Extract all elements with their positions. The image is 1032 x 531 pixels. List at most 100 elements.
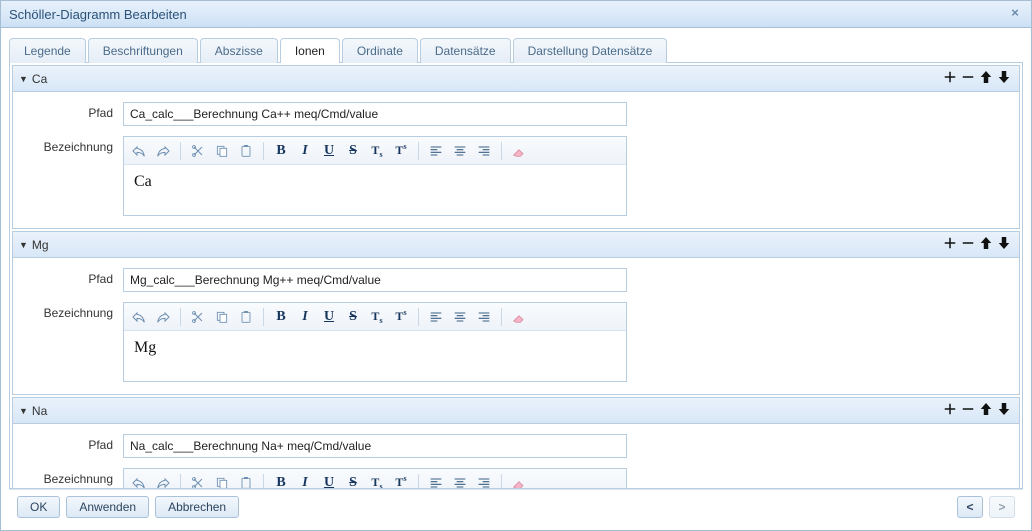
underline-icon[interactable]: U — [318, 306, 340, 328]
rte-content-ca[interactable]: Ca — [124, 165, 626, 215]
rte-toolbar: B I U S Ts Ts — [124, 469, 626, 488]
arrow-up-icon[interactable] — [977, 400, 995, 421]
align-center-icon[interactable] — [449, 140, 471, 162]
ion-section-header-mg[interactable]: ▼ Mg — [13, 232, 1019, 258]
eraser-icon[interactable] — [508, 306, 530, 328]
pfad-input-mg[interactable] — [123, 268, 627, 292]
align-right-icon[interactable] — [473, 140, 495, 162]
plus-icon[interactable] — [941, 68, 959, 89]
pfad-label: Pfad — [23, 434, 123, 452]
dialog-title: Schöller-Diagramm Bearbeiten — [9, 7, 187, 22]
ion-section-na: ▼ Na Pfad — [12, 397, 1020, 488]
toolbar-separator — [180, 142, 181, 160]
cut-icon[interactable] — [187, 472, 209, 489]
minus-icon[interactable] — [959, 68, 977, 89]
eraser-icon[interactable] — [508, 140, 530, 162]
plus-icon[interactable] — [941, 400, 959, 421]
apply-button[interactable]: Anwenden — [66, 496, 149, 518]
paste-icon[interactable] — [235, 140, 257, 162]
tab-beschriftungen[interactable]: Beschriftungen — [88, 38, 198, 63]
redo-icon[interactable] — [152, 472, 174, 489]
ion-list-scroll[interactable]: ▼ Ca Pfad — [10, 63, 1022, 488]
eraser-icon[interactable] — [508, 472, 530, 489]
toolbar-separator — [263, 474, 264, 489]
plus-icon[interactable] — [941, 234, 959, 255]
rte-toolbar: B I U S Ts Ts — [124, 303, 626, 331]
ion-section-header-na[interactable]: ▼ Na — [13, 398, 1019, 424]
cancel-button[interactable]: Abbrechen — [155, 496, 239, 518]
paste-icon[interactable] — [235, 472, 257, 489]
ion-section-body: Pfad Bezeichnung — [13, 258, 1019, 394]
redo-icon[interactable] — [152, 140, 174, 162]
subscript-icon[interactable]: Ts — [366, 472, 388, 489]
undo-icon[interactable] — [128, 306, 150, 328]
section-tools — [941, 68, 1013, 89]
pfad-input-na[interactable] — [123, 434, 627, 458]
underline-icon[interactable]: U — [318, 140, 340, 162]
prev-button[interactable]: < — [957, 496, 983, 518]
tab-legende[interactable]: Legende — [9, 38, 86, 63]
close-icon[interactable]: × — [1007, 6, 1023, 22]
tab-abszisse[interactable]: Abszisse — [200, 38, 278, 63]
rte-content-mg[interactable]: Mg — [124, 331, 626, 381]
undo-icon[interactable] — [128, 140, 150, 162]
tab-ordinate[interactable]: Ordinate — [342, 38, 418, 63]
caret-down-icon: ▼ — [19, 74, 28, 84]
tab-bar: Legende Beschriftungen Abszisse Ionen Or… — [9, 38, 1023, 63]
strikethrough-icon[interactable]: S — [342, 140, 364, 162]
cut-icon[interactable] — [187, 140, 209, 162]
strikethrough-icon[interactable]: S — [342, 472, 364, 489]
copy-icon[interactable] — [211, 472, 233, 489]
arrow-up-icon[interactable] — [977, 68, 995, 89]
copy-icon[interactable] — [211, 306, 233, 328]
align-left-icon[interactable] — [425, 472, 447, 489]
minus-icon[interactable] — [959, 234, 977, 255]
italic-icon[interactable]: I — [294, 472, 316, 489]
subscript-icon[interactable]: Ts — [366, 306, 388, 328]
align-right-icon[interactable] — [473, 472, 495, 489]
italic-icon[interactable]: I — [294, 306, 316, 328]
align-center-icon[interactable] — [449, 306, 471, 328]
dialog-window: Schöller-Diagramm Bearbeiten × Legende B… — [0, 0, 1032, 531]
ion-section-body: Pfad Bezeichnung — [13, 92, 1019, 228]
paste-icon[interactable] — [235, 306, 257, 328]
minus-icon[interactable] — [959, 400, 977, 421]
caret-down-icon: ▼ — [19, 240, 28, 250]
italic-icon[interactable]: I — [294, 140, 316, 162]
superscript-icon[interactable]: Ts — [390, 140, 412, 162]
caret-down-icon: ▼ — [19, 406, 28, 416]
next-button[interactable]: > — [989, 496, 1015, 518]
bold-icon[interactable]: B — [270, 140, 292, 162]
arrow-down-icon[interactable] — [995, 68, 1013, 89]
toolbar-separator — [418, 474, 419, 489]
arrow-up-icon[interactable] — [977, 234, 995, 255]
subscript-icon[interactable]: Ts — [366, 140, 388, 162]
superscript-icon[interactable]: Ts — [390, 472, 412, 489]
underline-icon[interactable]: U — [318, 472, 340, 489]
align-left-icon[interactable] — [425, 140, 447, 162]
section-tools — [941, 400, 1013, 421]
align-left-icon[interactable] — [425, 306, 447, 328]
tab-darstellung-datensaetze[interactable]: Darstellung Datensätze — [513, 38, 668, 63]
ion-section-mg: ▼ Mg Pfad — [12, 231, 1020, 395]
arrow-down-icon[interactable] — [995, 400, 1013, 421]
align-right-icon[interactable] — [473, 306, 495, 328]
tab-ionen[interactable]: Ionen — [280, 38, 340, 63]
undo-icon[interactable] — [128, 472, 150, 489]
ok-button[interactable]: OK — [17, 496, 60, 518]
tab-datensaetze[interactable]: Datensätze — [420, 38, 511, 63]
superscript-icon[interactable]: Ts — [390, 306, 412, 328]
bold-icon[interactable]: B — [270, 472, 292, 489]
copy-icon[interactable] — [211, 140, 233, 162]
toolbar-separator — [418, 308, 419, 326]
cut-icon[interactable] — [187, 306, 209, 328]
arrow-down-icon[interactable] — [995, 234, 1013, 255]
align-center-icon[interactable] — [449, 472, 471, 489]
ion-section-body: Pfad Bezeichnung — [13, 424, 1019, 488]
pfad-input-ca[interactable] — [123, 102, 627, 126]
ion-section-header-ca[interactable]: ▼ Ca — [13, 66, 1019, 92]
toolbar-separator — [263, 308, 264, 326]
bold-icon[interactable]: B — [270, 306, 292, 328]
redo-icon[interactable] — [152, 306, 174, 328]
strikethrough-icon[interactable]: S — [342, 306, 364, 328]
